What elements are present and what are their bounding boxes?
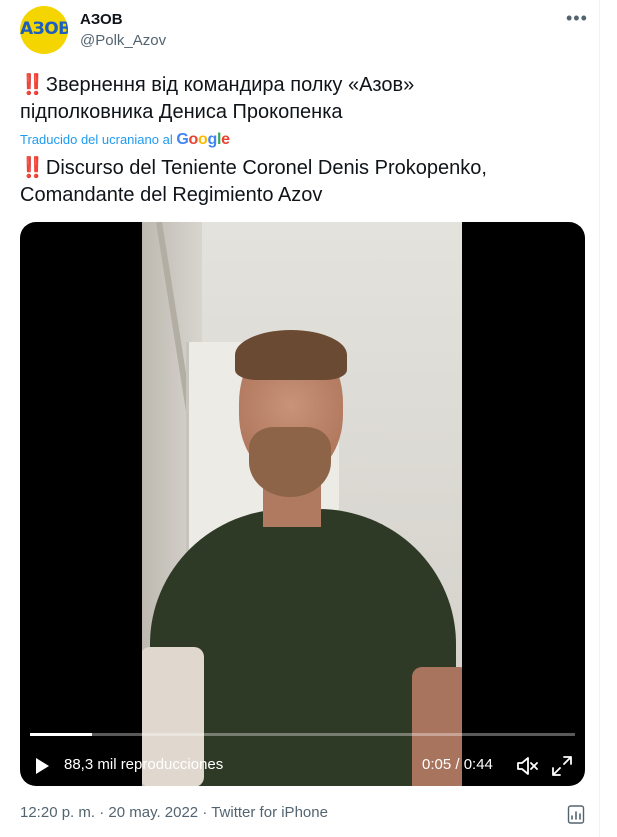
original-line-1: Звернення від командира полку «Азов»	[45, 74, 415, 96]
tweet-translated-text: ‼️ Discurso del Teniente Coronel Denis Pr…	[20, 155, 487, 209]
mute-icon[interactable]	[516, 755, 540, 777]
video-progress-fill	[30, 733, 93, 736]
translation-attribution-label: Traducido del ucraniano al	[20, 132, 173, 147]
avatar[interactable]: АЗОВ	[20, 6, 68, 54]
original-line-2: підполковника Дениса Прокопенка	[20, 101, 343, 123]
person-beard	[249, 427, 331, 497]
double-exclamation-icon: ‼️	[20, 74, 45, 96]
translation-attribution[interactable]: Traducido del ucraniano al Google	[20, 131, 230, 149]
google-letter: g	[207, 131, 217, 148]
translation-line-1: Discurso del Teniente Coronel Denis Prok…	[45, 157, 487, 179]
double-exclamation-icon: ‼️	[20, 157, 45, 179]
avatar-logo-text: АЗОВ	[20, 19, 68, 39]
video-time: 0:05 / 0:44	[422, 756, 493, 773]
more-dots-icon[interactable]: •••	[566, 8, 588, 29]
fullscreen-icon[interactable]	[551, 755, 573, 777]
analytics-icon[interactable]	[567, 803, 585, 825]
translation-line-2: Comandante del Regimiento Azov	[20, 184, 323, 206]
google-wordmark: Google	[176, 131, 230, 148]
video-progress-bar[interactable]	[30, 733, 575, 736]
user-handle[interactable]: @Polk_Azov	[80, 32, 166, 49]
google-letter: o	[188, 131, 199, 148]
play-icon[interactable]	[36, 758, 49, 774]
view-count: 88,3 mil reproducciones	[64, 756, 224, 773]
person-hair	[235, 330, 347, 380]
google-letter: e	[221, 131, 230, 148]
display-name[interactable]: АЗОВ	[80, 11, 123, 28]
tweet-original-text: ‼️ Звернення від командира полку «Азов» п…	[20, 72, 414, 126]
tweet-timestamp[interactable]: 12:20 p. m. · 20 may. 2022 · Twitter for…	[20, 804, 328, 821]
google-letter: G	[176, 131, 189, 148]
tweet-card: АЗОВ АЗОВ @Polk_Azov ••• ‼️ Звернення від…	[0, 0, 600, 837]
video-frame	[142, 222, 462, 786]
google-logo: Google	[176, 131, 230, 148]
video-player[interactable]: 88,3 mil reproducciones 0:05 / 0:44	[20, 222, 585, 786]
